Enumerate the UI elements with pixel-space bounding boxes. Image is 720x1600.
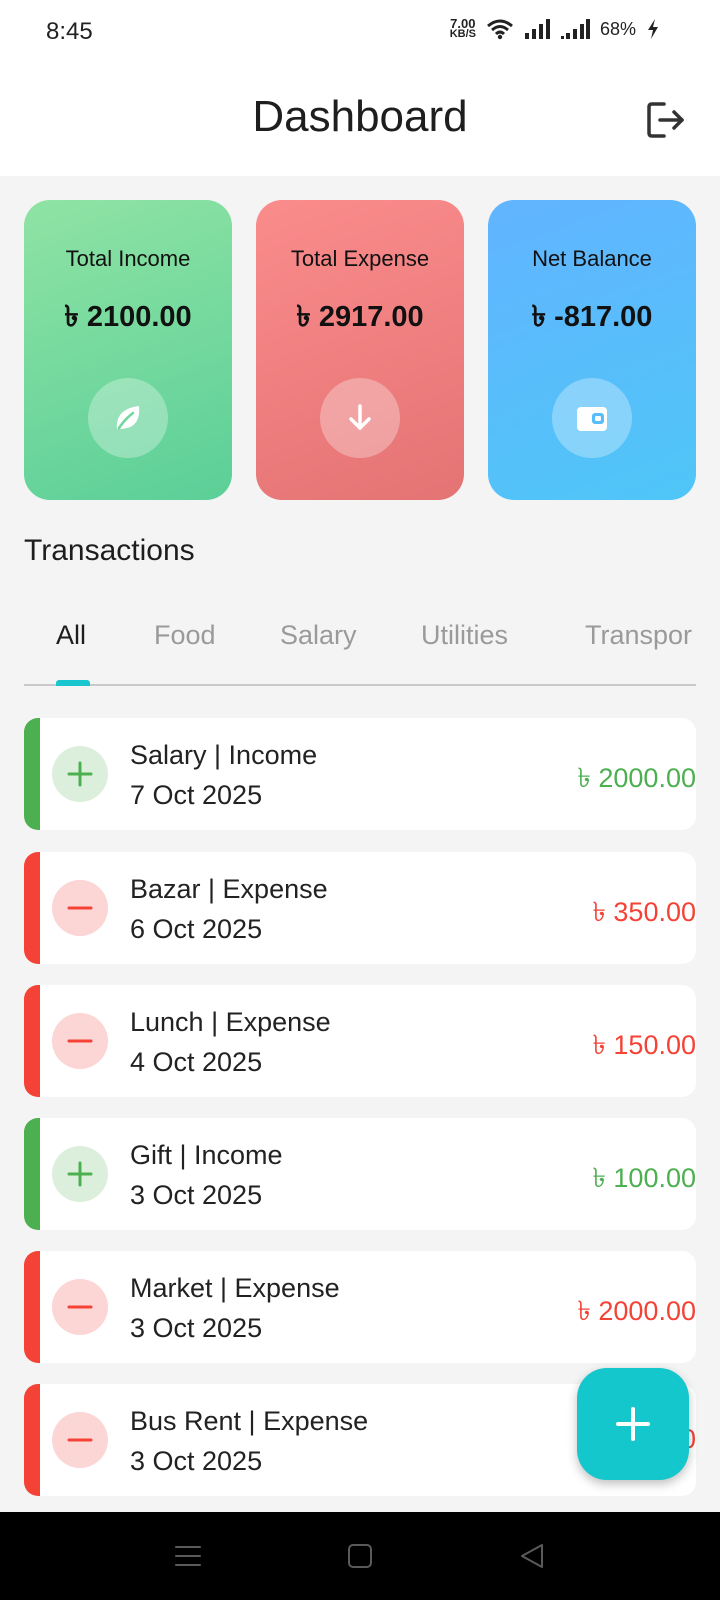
transactions-title: Transactions — [24, 534, 195, 567]
menu-icon — [175, 1546, 201, 1566]
transaction-type-bar — [24, 1384, 40, 1496]
transaction-type-circle — [52, 1279, 108, 1335]
status-bar: 8:45 7.00 KB/S 68% — [0, 0, 720, 64]
transaction-row[interactable]: Gift | Income 3 Oct 2025 ৳ 100.00 — [24, 1118, 696, 1230]
transaction-row[interactable]: Bazar | Expense 6 Oct 2025 ৳ 350.00 — [24, 852, 696, 964]
transaction-date: 3 Oct 2025 — [130, 1446, 263, 1476]
net-balance-label: Net Balance — [532, 246, 652, 271]
total-income-card: Total Income ৳ 2100.00 — [24, 200, 232, 500]
transaction-title: Market | Expense — [130, 1273, 340, 1303]
minus-icon — [67, 906, 93, 910]
wallet-icon — [577, 407, 607, 431]
transaction-row[interactable]: Salary | Income 7 Oct 2025 ৳ 2000.00 — [24, 718, 696, 830]
transaction-type-bar — [24, 718, 40, 830]
app-bar: Dashboard — [0, 64, 720, 176]
transaction-type-bar — [24, 985, 40, 1097]
transaction-amount: ৳ 350.00 — [592, 897, 696, 927]
tabs-divider — [24, 684, 696, 686]
expense-icon-circle — [320, 378, 400, 458]
transaction-title: Lunch | Expense — [130, 1007, 331, 1037]
minus-icon — [67, 1305, 93, 1309]
transaction-type-circle — [52, 880, 108, 936]
transaction-title: Salary | Income — [130, 740, 318, 770]
tab-all[interactable]: All — [56, 620, 86, 651]
transaction-date: 7 Oct 2025 — [130, 780, 263, 810]
page-title: Dashboard — [252, 92, 468, 141]
add-transaction-button[interactable] — [577, 1368, 689, 1480]
arrow-down-icon — [349, 404, 371, 430]
transaction-date: 3 Oct 2025 — [130, 1180, 263, 1210]
total-income-value: ৳ 2100.00 — [64, 301, 192, 333]
signal-icon — [524, 19, 550, 39]
transaction-title: Bus Rent | Expense — [130, 1406, 369, 1436]
logout-button[interactable] — [642, 96, 690, 144]
transaction-amount: ৳ 150.00 — [592, 1030, 696, 1060]
tab-salary[interactable]: Salary — [280, 620, 357, 651]
home-square-icon — [348, 1544, 372, 1568]
leaf-icon — [116, 406, 140, 430]
signal-icon-2 — [560, 19, 590, 39]
tab-utilities[interactable]: Utilities — [421, 620, 508, 651]
plus-icon — [616, 1407, 650, 1441]
transaction-type-circle — [52, 1013, 108, 1069]
total-income-label: Total Income — [65, 246, 191, 271]
minus-icon — [67, 1039, 93, 1043]
transaction-row[interactable]: Lunch | Expense 4 Oct 2025 ৳ 150.00 — [24, 985, 696, 1097]
net-balance-card: Net Balance ৳ -817.00 — [488, 200, 696, 500]
wifi-icon — [487, 19, 513, 40]
transaction-date: 6 Oct 2025 — [130, 914, 263, 944]
logout-icon — [647, 102, 684, 138]
tab-food[interactable]: Food — [154, 620, 216, 651]
transaction-date: 4 Oct 2025 — [130, 1047, 263, 1077]
total-expense-label: Total Expense — [290, 246, 430, 271]
network-speed: 7.00 KB/S — [449, 17, 476, 40]
charging-icon — [648, 19, 658, 39]
transaction-type-circle — [52, 746, 108, 802]
battery-level: 68% — [599, 18, 636, 39]
transaction-type-bar — [24, 852, 40, 964]
nav-back-button[interactable] — [512, 1536, 552, 1576]
transaction-type-circle — [52, 1412, 108, 1468]
nav-home-button[interactable] — [340, 1536, 380, 1576]
transaction-amount: ৳ 2000.00 — [577, 1296, 696, 1326]
transaction-type-circle — [52, 1146, 108, 1202]
plus-icon — [67, 761, 93, 787]
tab-transport[interactable]: Transpor — [585, 620, 692, 651]
transaction-amount: ৳ 100.00 — [592, 1163, 696, 1193]
transaction-title: Bazar | Expense — [130, 874, 328, 904]
status-time: 8:45 — [46, 18, 93, 45]
nav-menu-button[interactable] — [168, 1536, 208, 1576]
balance-icon-circle — [552, 378, 632, 458]
back-triangle-icon — [521, 1544, 543, 1568]
minus-icon — [67, 1438, 93, 1442]
active-tab-indicator — [56, 680, 90, 686]
plus-icon — [67, 1161, 93, 1187]
system-nav-bar — [0, 1512, 720, 1600]
transaction-type-bar — [24, 1251, 40, 1363]
total-expense-card: Total Expense ৳ 2917.00 — [256, 200, 464, 500]
transaction-title: Gift | Income — [130, 1140, 283, 1170]
transaction-amount: ৳ 2000.00 — [577, 763, 696, 793]
category-tabs: All Food Salary Utilities Transpor — [24, 596, 696, 686]
total-expense-value: ৳ 2917.00 — [296, 301, 424, 333]
income-icon-circle — [88, 378, 168, 458]
net-balance-value: ৳ -817.00 — [531, 301, 653, 333]
transaction-type-bar — [24, 1118, 40, 1230]
status-icons: 7.00 KB/S 68% — [449, 17, 660, 40]
transaction-row[interactable]: Market | Expense 3 Oct 2025 ৳ 2000.00 — [24, 1251, 696, 1363]
transaction-date: 3 Oct 2025 — [130, 1313, 263, 1343]
network-speed-unit: KB/S — [449, 28, 476, 40]
